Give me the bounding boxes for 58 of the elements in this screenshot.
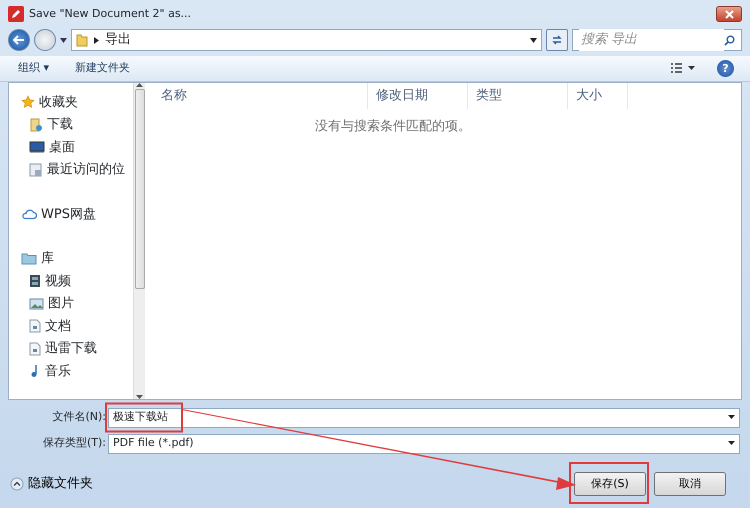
sidebar-item[interactable]: 收藏夹 bbox=[21, 91, 133, 114]
scroll-down-arrow-icon[interactable] bbox=[136, 395, 143, 399]
dropdown-caret-icon[interactable] bbox=[60, 38, 67, 42]
search-icon bbox=[724, 34, 735, 46]
back-arrow-icon bbox=[13, 35, 25, 45]
film-icon bbox=[29, 274, 41, 288]
sidebar-item[interactable]: WPS网盘 bbox=[21, 203, 133, 226]
save-button[interactable]: 保存(S) bbox=[574, 472, 646, 496]
sidebar-item[interactable]: 音乐 bbox=[21, 360, 133, 382]
dropdown-caret-icon[interactable] bbox=[530, 38, 537, 42]
dropdown-caret-icon bbox=[728, 441, 735, 446]
column-header[interactable]: 类型 bbox=[468, 83, 568, 109]
hide-folders-toggle[interactable]: 隐藏文件夹 bbox=[10, 474, 93, 494]
back-button[interactable] bbox=[8, 29, 30, 51]
close-icon bbox=[724, 10, 734, 18]
picture-icon bbox=[29, 298, 44, 310]
column-header[interactable]: 修改日期 bbox=[368, 83, 468, 109]
column-header[interactable]: 大小 bbox=[568, 83, 628, 109]
file-type-dropdown[interactable]: PDF file (*.pdf) bbox=[108, 434, 740, 454]
organize-menu-button[interactable]: 组织 ▾ bbox=[12, 60, 56, 77]
chevron-up-icon bbox=[10, 477, 24, 491]
download-folder-icon bbox=[29, 118, 43, 132]
vertical-scrollbar[interactable] bbox=[133, 83, 145, 399]
sidebar-item[interactable]: 库 bbox=[21, 248, 133, 270]
cloud-icon bbox=[21, 208, 37, 220]
document-icon bbox=[29, 342, 41, 356]
window-title: Save "New Document 2" as... bbox=[29, 6, 192, 22]
refresh-button[interactable] bbox=[546, 29, 568, 51]
cancel-button[interactable]: 取消 bbox=[654, 472, 726, 496]
folder-icon bbox=[76, 33, 88, 47]
sidebar-item[interactable]: 下载 bbox=[21, 114, 133, 136]
recent-places-icon bbox=[29, 162, 43, 177]
sidebar-item[interactable]: 迅雷下载 bbox=[21, 338, 133, 360]
library-folder-icon bbox=[21, 252, 37, 266]
sidebar-item[interactable]: 最近访问的位 bbox=[21, 158, 133, 181]
path-text: 导出 bbox=[105, 31, 131, 50]
help-button[interactable]: ? bbox=[717, 60, 734, 77]
refresh-icon bbox=[551, 34, 563, 46]
file-name-field[interactable]: 极速下载站 bbox=[108, 408, 740, 428]
address-field[interactable]: 导出 bbox=[71, 29, 542, 51]
new-folder-button[interactable]: 新建文件夹 bbox=[69, 60, 136, 77]
column-header[interactable]: 名称 bbox=[153, 83, 368, 109]
document-icon bbox=[29, 319, 41, 334]
field-label: 保存类型(T): bbox=[42, 435, 107, 452]
close-button[interactable] bbox=[716, 6, 742, 22]
desktop-icon bbox=[29, 141, 45, 154]
sidebar-item[interactable]: 图片 bbox=[21, 292, 133, 315]
field-label: 文件名(N): bbox=[51, 409, 107, 426]
pen-icon bbox=[8, 6, 24, 22]
scroll-up-arrow-icon[interactable] bbox=[136, 83, 143, 87]
sidebar-item[interactable]: 视频 bbox=[21, 270, 133, 292]
empty-message: 没有与搜索条件匹配的项。 bbox=[314, 118, 472, 136]
sidebar-item[interactable]: 桌面 bbox=[21, 136, 133, 158]
star-icon bbox=[21, 95, 35, 110]
breadcrumb-arrow-icon bbox=[94, 36, 99, 44]
dropdown-caret-icon bbox=[728, 415, 735, 420]
sidebar-item[interactable]: 文档 bbox=[21, 315, 133, 338]
search-field[interactable]: 搜索 导出 bbox=[572, 29, 742, 51]
